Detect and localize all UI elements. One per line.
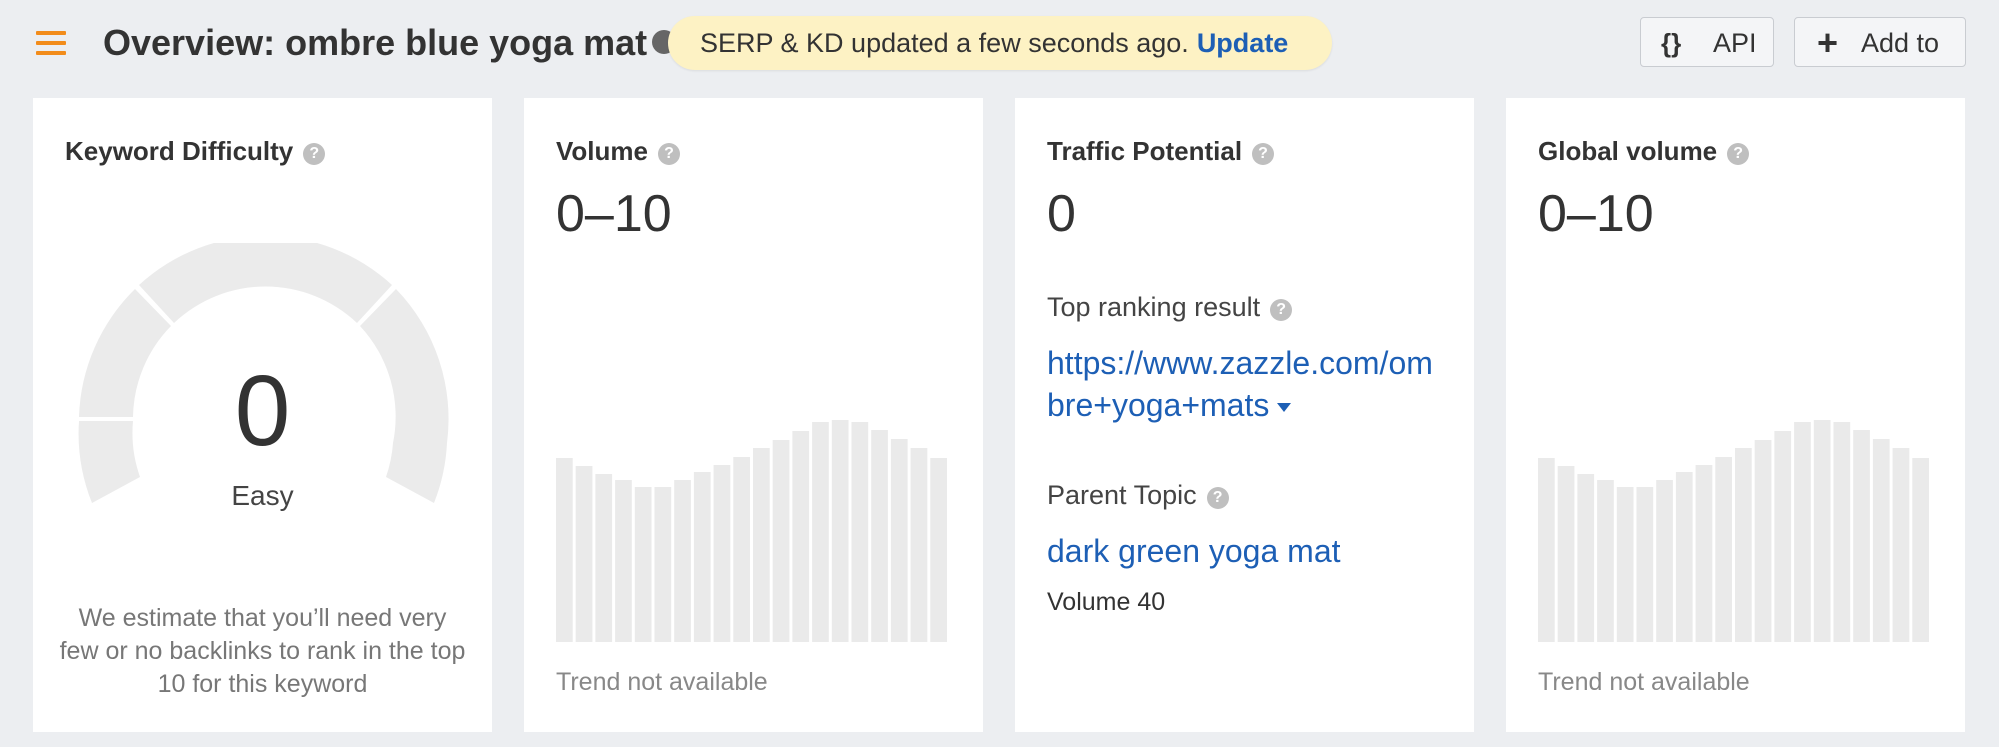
- trend-placeholder-bar: [871, 430, 888, 642]
- top-result-url: https://www.zazzle.com/ombre+yoga+mats: [1047, 345, 1433, 423]
- trend-note: Trend not available: [1538, 668, 1750, 696]
- trend-placeholder-bar: [831, 420, 849, 642]
- help-icon[interactable]: ?: [657, 143, 680, 165]
- trend-placeholder-bar: [1715, 457, 1732, 642]
- kd-label: Easy: [231, 480, 294, 511]
- trend-placeholder-bar: [595, 474, 613, 642]
- add-to-button-label: Add to: [1861, 28, 1940, 58]
- trend-placeholder-bar: [1754, 440, 1772, 642]
- trend-placeholder-bar: [1557, 466, 1575, 642]
- trend-placeholder-bar: [1616, 487, 1634, 642]
- trend-placeholder-bar: [1853, 430, 1870, 642]
- trend-placeholder-bar: [1735, 448, 1752, 642]
- card-title: Keyword Difficulty?: [65, 134, 326, 168]
- trend-placeholder-bar: [713, 465, 731, 642]
- trend-placeholder-bar: [1833, 422, 1851, 642]
- trend-placeholder-bar: [1577, 474, 1595, 642]
- help-icon[interactable]: ?: [303, 143, 326, 165]
- gauge-segment-3: [139, 243, 392, 323]
- card-title: Traffic Potential?: [1047, 134, 1275, 168]
- trend-note: Trend not available: [556, 668, 768, 696]
- card-title: Volume?: [556, 134, 680, 168]
- trend-placeholder-bar: [1538, 458, 1555, 642]
- parent-topic-volume: Volume 40: [1047, 588, 1166, 616]
- trend-placeholder-bar: [1774, 431, 1792, 642]
- trend-placeholder-bar: [890, 439, 908, 642]
- help-icon[interactable]: ?: [1727, 143, 1750, 165]
- trend-placeholder-bar: [1872, 439, 1890, 642]
- page-title: Overview: ombre blue yoga mat: [103, 22, 648, 63]
- traffic-value: 0: [1047, 185, 1076, 243]
- top-result-link[interactable]: https://www.zazzle.com/ombre+yoga+mats: [1047, 342, 1447, 426]
- traffic-potential-card: Traffic Potential? 0 Top ranking result?…: [1015, 98, 1474, 732]
- trend-placeholder-bar: [674, 480, 691, 642]
- keyword-difficulty-card: Keyword Difficulty? 0 Easy We estimate t…: [33, 98, 492, 732]
- trend-placeholder-bar: [654, 487, 672, 642]
- parent-topic-link[interactable]: dark green yoga mat: [1047, 530, 1341, 572]
- update-toast: SERP & KD updated a few seconds ago. Upda…: [668, 16, 1332, 70]
- traffic-title: Traffic Potential: [1047, 136, 1243, 166]
- trend-placeholder-bar: [733, 457, 750, 642]
- trend-placeholder-bar: [1675, 472, 1693, 642]
- hamburger-menu-icon[interactable]: [36, 28, 66, 58]
- trend-placeholder-bar: [753, 448, 770, 642]
- global-trend-placeholder: [1538, 420, 1929, 642]
- volume-trend-placeholder: [556, 420, 947, 642]
- trend-placeholder-bar: [792, 431, 810, 642]
- parent-topic-label: Parent Topic: [1047, 480, 1197, 510]
- update-link[interactable]: Update: [1197, 28, 1289, 58]
- trend-placeholder-bar: [1656, 480, 1673, 642]
- trend-placeholder-bar: [556, 458, 573, 642]
- trend-placeholder-bar: [851, 422, 869, 642]
- trend-placeholder-bar: [693, 472, 711, 642]
- kd-description: We estimate that you’ll need very few or…: [59, 604, 466, 698]
- trend-placeholder-bar: [1892, 448, 1910, 642]
- kd-score: 0: [234, 355, 291, 467]
- global-title: Global volume: [1538, 136, 1718, 166]
- trend-placeholder-bar: [1695, 465, 1713, 642]
- trend-placeholder-bar: [772, 440, 790, 642]
- volume-value: 0–10: [556, 185, 672, 243]
- page-header: Overview: ombre blue yoga mat SERP & KD …: [0, 0, 1999, 90]
- trend-placeholder-bar: [634, 487, 652, 642]
- trend-placeholder-bar: [1794, 422, 1811, 642]
- help-icon[interactable]: ?: [1270, 299, 1293, 321]
- trend-placeholder-bar: [1813, 420, 1831, 642]
- top-result-label: Top ranking result: [1047, 292, 1261, 322]
- plus-icon: +: [1817, 22, 1839, 63]
- parent-topic-label-row: Parent Topic?: [1047, 478, 1229, 512]
- trend-placeholder-bar: [910, 448, 928, 642]
- global-volume-value: 0–10: [1538, 185, 1654, 243]
- add-to-button[interactable]: + Add to: [1794, 17, 1966, 67]
- trend-placeholder-bar: [575, 466, 593, 642]
- api-button[interactable]: {} API: [1640, 17, 1774, 67]
- top-result-label-row: Top ranking result?: [1047, 290, 1293, 324]
- volume-card: Volume? 0–10 Trend not available: [524, 98, 983, 732]
- toast-message-row: SERP & KD updated a few seconds ago. Upda…: [700, 16, 1288, 70]
- help-icon[interactable]: ?: [1252, 143, 1275, 165]
- trend-placeholder-bar: [1597, 480, 1614, 642]
- kd-title: Keyword Difficulty: [65, 136, 294, 166]
- trend-placeholder-bar: [1912, 458, 1929, 642]
- global-volume-card: Global volume? 0–10 Trend not available: [1506, 98, 1965, 732]
- caret-down-icon[interactable]: [1277, 403, 1292, 413]
- code-braces-icon: {}: [1661, 28, 1682, 58]
- trend-placeholder-bar: [930, 458, 947, 642]
- card-title: Global volume?: [1538, 134, 1750, 168]
- api-button-label: API: [1713, 28, 1757, 58]
- volume-title: Volume: [556, 136, 648, 166]
- trend-placeholder-bar: [615, 480, 632, 642]
- help-icon[interactable]: ?: [1206, 487, 1229, 509]
- trend-placeholder-bar: [1636, 487, 1654, 642]
- toast-message: SERP & KD updated a few seconds ago.: [700, 28, 1189, 58]
- trend-placeholder-bar: [812, 422, 829, 642]
